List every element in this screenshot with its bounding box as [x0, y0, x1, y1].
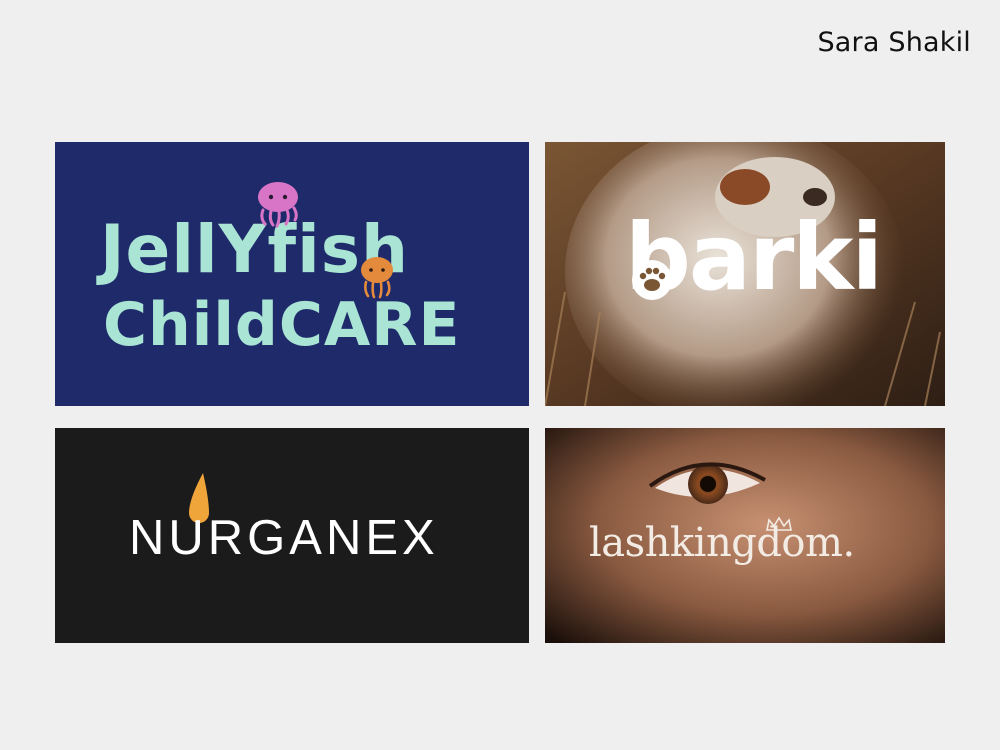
barki-logo-tile: barki	[545, 142, 945, 406]
nurganex-wordmark: NURGANEX	[129, 511, 439, 565]
author-name: Sara Shakil	[817, 27, 971, 58]
lashkingdom-logo-tile: lashkingdom.	[545, 428, 945, 643]
jellyfish-childcare-logo-tile: JellYfish ChildCARE	[55, 142, 529, 406]
nurganex-logo-tile: NURGANEX	[55, 428, 529, 643]
lashkingdom-wordmark: lashkingdom.	[589, 520, 855, 566]
paw-icon	[632, 260, 672, 300]
jellyfish-wordmark-line2: ChildCARE	[103, 290, 461, 360]
jellyfish-logo-art: JellYfish ChildCARE	[96, 182, 461, 360]
jellyfish-wordmark-line1: JellYfish	[96, 211, 409, 288]
